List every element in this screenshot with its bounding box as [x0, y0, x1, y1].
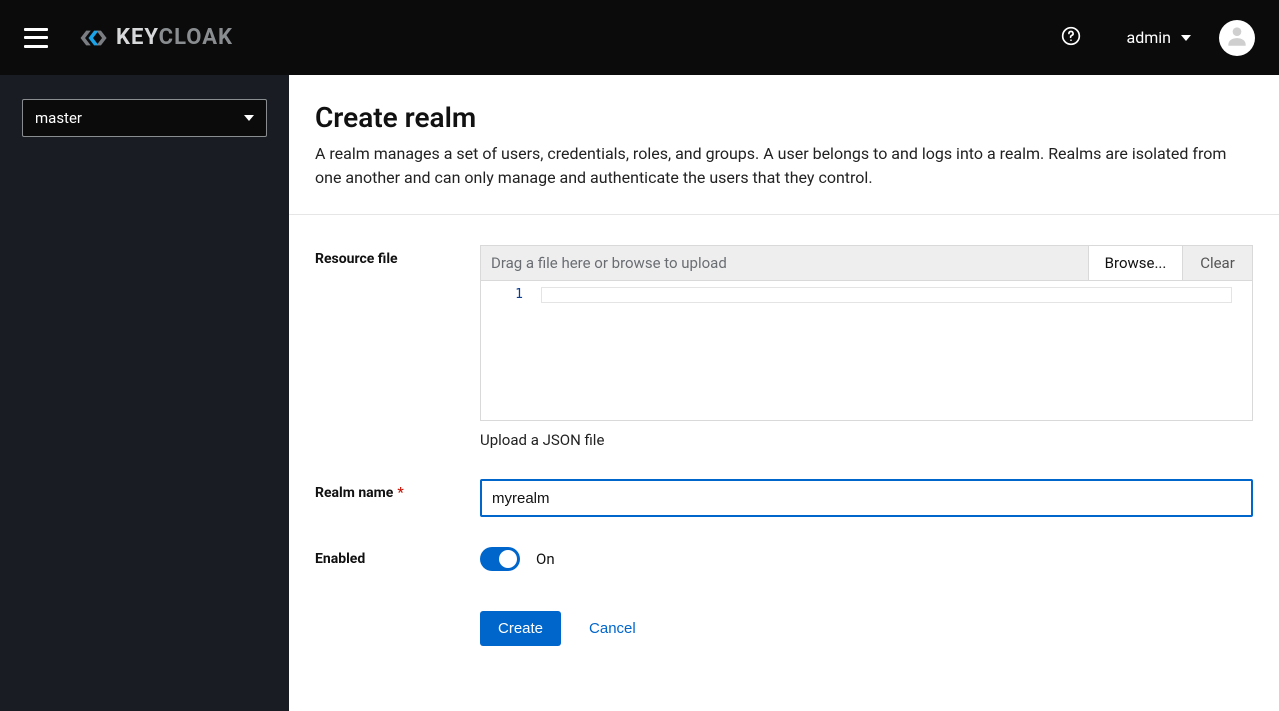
- cancel-button[interactable]: Cancel: [589, 611, 636, 646]
- realm-selector[interactable]: master: [22, 99, 267, 137]
- browse-button[interactable]: Browse...: [1088, 246, 1182, 280]
- form-actions: Create Cancel: [480, 611, 1253, 646]
- user-menu-label: admin: [1127, 28, 1171, 47]
- help-icon: [1061, 26, 1081, 50]
- main-content: Create realm A realm manages a set of us…: [289, 75, 1279, 711]
- brand-logo-text: KEYCLOAK: [116, 25, 233, 50]
- create-button[interactable]: Create: [480, 611, 561, 646]
- app-header: KEYCLOAK admin: [0, 0, 1279, 75]
- chevron-down-icon: [244, 115, 254, 121]
- enabled-state-label: On: [536, 550, 555, 568]
- json-editor[interactable]: 1: [480, 281, 1253, 421]
- clear-file-button[interactable]: Clear: [1182, 246, 1252, 280]
- enabled-row: Enabled On: [315, 547, 1253, 571]
- user-avatar-icon: [1224, 23, 1250, 53]
- editor-body[interactable]: [541, 281, 1252, 420]
- realm-name-input[interactable]: [480, 479, 1253, 517]
- editor-active-line[interactable]: [541, 287, 1232, 303]
- brand-logo-icon: [76, 28, 110, 48]
- page-title: Create realm: [315, 101, 1253, 134]
- line-number: 1: [481, 287, 541, 302]
- chevron-down-icon: [1181, 35, 1191, 41]
- realm-name-row: Realm name*: [315, 479, 1253, 517]
- avatar[interactable]: [1219, 20, 1255, 56]
- help-button[interactable]: [1055, 22, 1087, 54]
- realm-selector-value: master: [35, 109, 82, 127]
- resource-file-label: Resource file: [315, 245, 480, 267]
- resource-file-helper: Upload a JSON file: [480, 431, 1253, 449]
- user-menu[interactable]: admin: [1127, 28, 1191, 47]
- file-upload-bar: Drag a file here or browse to upload Bro…: [480, 245, 1253, 281]
- enabled-label: Enabled: [315, 551, 480, 567]
- page-header: Create realm A realm manages a set of us…: [289, 75, 1279, 215]
- menu-toggle-button[interactable]: [24, 28, 48, 48]
- resource-file-row: Resource file Drag a file here or browse…: [315, 245, 1253, 449]
- page-description: A realm manages a set of users, credenti…: [315, 142, 1253, 190]
- editor-gutter: 1: [481, 281, 541, 420]
- brand-logo[interactable]: KEYCLOAK: [76, 25, 233, 50]
- create-realm-form: Resource file Drag a file here or browse…: [289, 215, 1279, 676]
- enabled-toggle[interactable]: [480, 547, 520, 571]
- file-drop-zone[interactable]: Drag a file here or browse to upload: [481, 246, 1088, 280]
- sidebar: master: [0, 75, 289, 711]
- realm-name-label: Realm name*: [315, 479, 480, 501]
